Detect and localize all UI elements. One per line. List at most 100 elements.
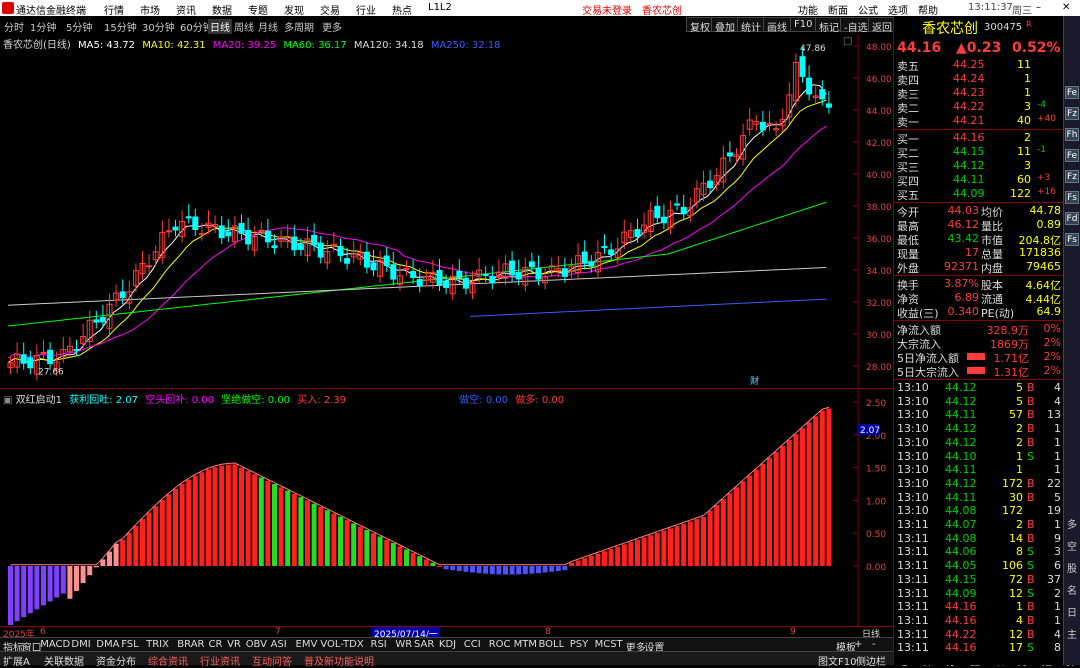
kline-svg[interactable]: 48.00 46.00 44.00 42.00 40.00 38.00 36.00 34.00… <box>0 34 893 388</box>
side-tool-icon[interactable]: Fs <box>1065 233 1079 246</box>
indicator-tab[interactable]: TRIX <box>146 639 169 650</box>
menu-item[interactable]: 行业 <box>356 2 376 17</box>
minimize-icon[interactable]: – <box>1036 2 1041 13</box>
tick-time: 13:11 <box>897 600 929 614</box>
tool-button[interactable]: 叠加 <box>711 17 739 34</box>
extension-tab[interactable]: 互动问答 <box>252 653 292 668</box>
extension-tab[interactable]: 行业资讯 <box>200 653 240 668</box>
indicator-tab[interactable]: VOL-TDX <box>320 639 363 650</box>
template-control[interactable]: - <box>872 639 876 650</box>
extension-tab[interactable]: 普及新功能说明 <box>304 653 374 668</box>
more-periods[interactable]: 更多 <box>322 19 342 34</box>
menu-item[interactable]: 热点 <box>392 2 412 17</box>
menu-item[interactable]: 专题 <box>248 2 268 17</box>
side-tool-icon[interactable]: Fe <box>1065 149 1079 162</box>
side-tool-icon[interactable]: Fz <box>1065 170 1079 183</box>
kline-chart[interactable]: 48.00 46.00 44.00 42.00 40.00 38.00 36.00 34.00… <box>0 34 893 388</box>
extension-tab[interactable]: 关联数据 <box>44 653 84 668</box>
template-control[interactable]: + <box>854 639 862 650</box>
indicator-svg[interactable]: 2.502.001.501.000.500.002.07 <box>0 390 893 626</box>
period-tab[interactable]: 5分钟 <box>66 19 92 34</box>
stat-value: 0.340 <box>947 305 980 318</box>
indicator-tab[interactable]: KDJ <box>439 639 456 650</box>
side-text[interactable]: 多 <box>1065 516 1079 531</box>
menu-item[interactable]: 行情 <box>104 2 124 17</box>
indicator-tab[interactable]: MCST <box>595 639 623 650</box>
menu-item[interactable]: 断面 <box>828 2 848 17</box>
menu-item[interactable]: 交易 <box>320 2 340 17</box>
period-tab-active[interactable]: 日线 <box>208 19 232 34</box>
panel-switch[interactable]: 侧边栏 <box>856 653 886 668</box>
indicator-chart[interactable]: 2.50 2.00 1.50 1.00 0.50 0.00 2.07 ▣ 双红启动1 获利回… <box>0 390 893 626</box>
extension-tab[interactable]: 资金分布 <box>96 653 136 668</box>
period-tab[interactable]: 周线 <box>234 19 254 34</box>
indicator-tab[interactable]: BRAR <box>177 639 204 650</box>
menu-item[interactable]: 数据 <box>212 2 232 17</box>
side-text[interactable]: 股 <box>1065 560 1079 575</box>
panel-close-icon[interactable]: □ <box>843 36 852 47</box>
tool-button[interactable]: 统计 <box>737 17 765 34</box>
side-text[interactable]: 主 <box>1065 626 1079 641</box>
period-tab[interactable]: 分时 <box>4 19 24 34</box>
indicator-tab[interactable]: CCI <box>464 639 481 650</box>
menu-item[interactable]: 市场 <box>140 2 160 17</box>
indicator-settings-icon[interactable]: ▣ <box>3 395 12 406</box>
tool-button[interactable]: 复权 <box>686 17 714 34</box>
period-tab[interactable]: 月线 <box>258 19 278 34</box>
quote-panel: 香农芯创 300475 R 44.16 ▲0.23 0.52% 卖五 44.25 1… <box>893 16 1063 665</box>
tool-button[interactable]: F10 <box>790 17 817 32</box>
side-tool-icon[interactable]: Fe <box>1065 86 1079 99</box>
indicator-tab[interactable]: WR <box>395 639 412 650</box>
stat-separator <box>894 275 1063 276</box>
menu-item[interactable]: 功能 <box>798 2 818 17</box>
menu-item[interactable]: 公式 <box>858 2 878 17</box>
side-text[interactable]: 名 <box>1065 582 1079 597</box>
close-icon[interactable]: ✕ <box>1062 2 1070 13</box>
period-tab[interactable]: 15分钟 <box>104 19 137 34</box>
period-tab[interactable]: 1分钟 <box>30 19 56 34</box>
indicator-tab[interactable]: DMA <box>96 639 119 650</box>
indicator-tab[interactable]: OBV <box>246 639 267 650</box>
indicator-tab[interactable]: RSI <box>371 639 387 650</box>
indicator-tab[interactable]: CR <box>209 639 223 650</box>
indicator-tab[interactable]: VR <box>227 639 241 650</box>
tool-button[interactable]: 画线 <box>763 17 791 34</box>
side-tool-icon[interactable]: Fh <box>1065 128 1079 141</box>
indicator-tab[interactable]: EMV <box>296 639 318 650</box>
tool-button[interactable]: 标记 <box>815 17 843 34</box>
menu-item[interactable]: 选项 <box>888 2 908 17</box>
extension-tab[interactable]: 扩展A <box>3 653 30 668</box>
indicator-bar <box>661 530 667 566</box>
side-text[interactable]: 空 <box>1065 538 1079 553</box>
candle-body <box>443 280 450 288</box>
indicator-tab[interactable]: ROC <box>489 639 511 650</box>
menu-item[interactable]: 发现 <box>284 2 304 17</box>
period-tab[interactable]: 多周期 <box>284 19 314 34</box>
financial-report-marker[interactable]: 财 <box>750 375 759 387</box>
indicator-tab[interactable]: PSY <box>570 639 589 650</box>
period-tab[interactable]: 30分钟 <box>142 19 175 34</box>
indicator-tab[interactable]: FSL <box>121 639 139 650</box>
tool-button[interactable]: 返回 <box>868 17 896 34</box>
indicator-tab[interactable]: MTM <box>514 639 537 650</box>
trade-status[interactable]: 交易未登录 <box>582 2 632 17</box>
side-text[interactable]: 日 <box>1065 604 1079 619</box>
tick-time: 13:11 <box>897 586 929 600</box>
side-tool-icon[interactable]: Fd <box>1065 212 1079 225</box>
panel-switch[interactable]: 图文F10 <box>818 653 856 668</box>
menu-item[interactable]: 帮助 <box>918 2 938 17</box>
indicator-tab[interactable]: DMI <box>71 639 90 650</box>
indicator-name[interactable]: 双红启动1 <box>16 395 62 406</box>
candle-body <box>198 233 205 236</box>
level-change: -4 <box>1037 100 1046 110</box>
indicator-tab[interactable]: MACD <box>40 639 70 650</box>
side-tool-icon[interactable]: Fz <box>1065 107 1079 120</box>
side-tool-icon[interactable]: Fs <box>1065 191 1079 204</box>
menu-item[interactable]: 资讯 <box>176 2 196 17</box>
tool-button[interactable]: -自选 <box>840 17 872 34</box>
menu-item[interactable]: L1L2 <box>428 2 452 13</box>
indicator-tab[interactable]: SAR <box>414 639 434 650</box>
indicator-tab[interactable]: ASI <box>271 639 287 650</box>
extension-tab[interactable]: 综合资讯 <box>148 653 188 668</box>
indicator-tab[interactable]: BOLL <box>539 639 565 650</box>
